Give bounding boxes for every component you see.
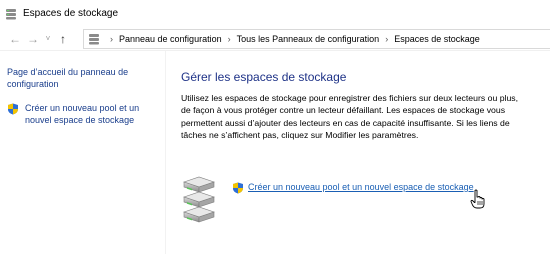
navigation-bar: ← → ˅ ↑ › Panneau de configuration › Tou… [0, 27, 550, 51]
uac-shield-icon [232, 182, 244, 194]
forward-arrow-icon[interactable]: → [24, 30, 42, 48]
breadcrumb-control-panel[interactable]: Panneau de configuration [119, 34, 222, 44]
window-title: Espaces de stockage [23, 8, 119, 19]
page-title: Gérer les espaces de stockage [181, 70, 347, 84]
breadcrumb-storage-spaces[interactable]: Espaces de stockage [394, 34, 480, 44]
back-arrow-icon[interactable]: ← [6, 30, 24, 48]
chevron-down-icon[interactable]: ˅ [42, 30, 54, 48]
task-create-pool: Créer un nouveau pool et un nouvel espac… [182, 176, 512, 226]
title-bar: Espaces de stockage [0, 0, 550, 27]
storage-spaces-icon [88, 33, 100, 45]
sidebar-item-create-pool[interactable]: Créer un nouveau pool et un nouvel espac… [7, 102, 165, 126]
content-divider [165, 51, 166, 254]
breadcrumb-separator[interactable]: › [385, 34, 388, 44]
sidebar: Page d’accueil du panneau de configurati… [0, 51, 165, 254]
storage-spaces-icon [5, 8, 17, 20]
breadcrumb-separator[interactable]: › [228, 34, 231, 44]
page-description: Utilisez les espaces de stockage pour en… [181, 93, 519, 141]
hand-cursor-icon [470, 189, 486, 209]
main-content: Gérer les espaces de stockage Utilisez l… [181, 51, 521, 142]
up-arrow-icon[interactable]: ↑ [54, 30, 72, 48]
sidebar-link-control-panel-home[interactable]: Page d’accueil du panneau de configurati… [7, 66, 157, 90]
breadcrumb-separator: › [110, 34, 113, 44]
sidebar-link-create-pool[interactable]: Créer un nouveau pool et un nouvel espac… [25, 102, 160, 126]
address-bar[interactable]: › Panneau de configuration › Tous les Pa… [83, 29, 550, 49]
create-pool-link[interactable]: Créer un nouveau pool et un nouvel espac… [248, 182, 474, 192]
uac-shield-icon [7, 103, 19, 115]
breadcrumb-all-control-panel-items[interactable]: Tous les Panneaux de configuration [237, 34, 380, 44]
storage-drives-icon [182, 176, 216, 224]
